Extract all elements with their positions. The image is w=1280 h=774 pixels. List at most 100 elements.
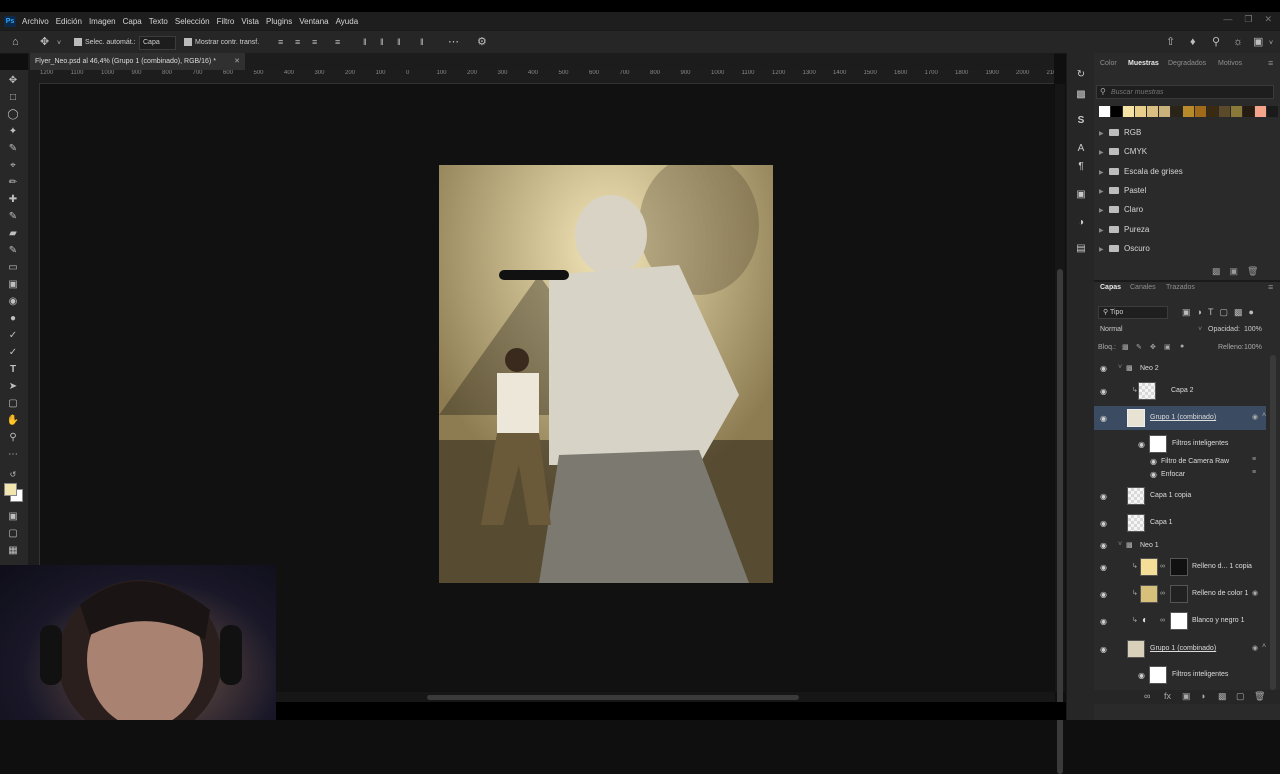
tab-canales[interactable]: Canales <box>1130 284 1156 291</box>
align-center-icon[interactable]: ≡ <box>295 36 300 48</box>
color-swatch[interactable] <box>1171 106 1182 117</box>
autoselect-checkbox[interactable]: Selec. automát.: <box>74 38 136 46</box>
color-swatch[interactable] <box>1123 106 1134 117</box>
minimize-icon[interactable]: — <box>1223 14 1232 25</box>
color-swatch[interactable] <box>1111 106 1122 117</box>
layer-group-neo-1[interactable]: ◉ ˅ ▩ Neo 1 <box>1094 539 1270 553</box>
filter-options-icon[interactable]: ≡ <box>1252 469 1256 476</box>
color-swatch[interactable] <box>1243 106 1254 117</box>
foreground-color-swatch[interactable] <box>4 483 17 496</box>
swatch-folder-escala-de-grises[interactable]: ▶ Escala de grises <box>1099 163 1269 181</box>
paragraph-icon[interactable]: ¶ <box>1075 161 1087 173</box>
crop-tool-icon[interactable]: ⌖ <box>6 159 20 173</box>
color-swatch[interactable] <box>1267 106 1278 117</box>
clone-stamp-tool-icon[interactable]: ▰ <box>6 227 20 241</box>
share-icon[interactable]: ⇧ <box>1166 36 1175 48</box>
frame-tool-icon[interactable]: ▦ <box>6 544 20 558</box>
eye-icon[interactable]: ◉ <box>1100 519 1107 528</box>
layers-scrollbar[interactable] <box>1270 355 1276 690</box>
path-selection-tool-icon[interactable]: ➤ <box>6 380 20 394</box>
chevron-down-icon[interactable]: ˅ <box>1118 541 1122 548</box>
color-swatch[interactable] <box>1159 106 1170 117</box>
layer-capa-1-copia[interactable]: ◉ Capa 1 copia <box>1094 485 1270 507</box>
blend-mode-dropdown[interactable]: Normal <box>1100 326 1123 333</box>
layer-filtros-inteligentes[interactable]: ◉ Filtros inteligentes <box>1094 434 1270 454</box>
menu-archivo[interactable]: Archivo <box>22 17 49 26</box>
lock-pixels-icon[interactable]: ✎ <box>1136 343 1142 351</box>
scroll-thumb[interactable] <box>427 695 799 700</box>
move-tool-icon[interactable]: ✥ <box>40 36 49 48</box>
tab-trazados[interactable]: Trazados <box>1166 284 1195 291</box>
lock-position-icon[interactable]: ✥ <box>1150 343 1156 351</box>
layer-filtros-inteligentes-2[interactable]: ◉ Filtros inteligentes <box>1094 665 1270 685</box>
filter-options-icon[interactable]: ≡ <box>1252 456 1256 463</box>
layer-grupo-1-combinado-selected[interactable]: ◉ Grupo 1 (combinado) ◉ ˄ <box>1094 406 1266 430</box>
home-icon[interactable]: ⌂ <box>12 36 19 48</box>
vertical-scrollbar[interactable] <box>1055 84 1065 774</box>
workspace-chevron-icon[interactable]: ˅ <box>1269 38 1273 50</box>
lasso-tool-icon[interactable]: ◯ <box>6 108 20 122</box>
tab-motivos[interactable]: Motivos <box>1218 60 1242 67</box>
gradient-tool-icon[interactable]: ▣ <box>6 278 20 292</box>
gear-icon[interactable]: ⚙ <box>477 36 487 48</box>
layer-capa-1[interactable]: ◉ Capa 1 <box>1094 512 1270 534</box>
eraser-tool-icon[interactable]: ▭ <box>6 261 20 275</box>
eye-icon[interactable]: ◉ <box>1100 617 1107 626</box>
close-tab-icon[interactable]: ✕ <box>234 53 240 70</box>
magic-wand-tool-icon[interactable]: ✦ <box>6 125 20 139</box>
eye-icon[interactable]: ◉ <box>1138 671 1145 680</box>
rectangle-tool-icon[interactable]: ▢ <box>6 397 20 411</box>
swatch-folder-cmyk[interactable]: ▶ CMYK <box>1099 143 1269 161</box>
comments-icon[interactable]: ▩ <box>1075 89 1087 101</box>
move-tool-icon[interactable]: ✥ <box>6 74 20 88</box>
link-layers-icon[interactable]: ∞ <box>1144 691 1150 701</box>
swatch-folder-claro[interactable]: ▶ Claro <box>1099 201 1269 219</box>
dodge-tool-icon[interactable]: ● <box>6 312 20 326</box>
tab-color[interactable]: Color <box>1100 60 1117 67</box>
menu-vista[interactable]: Vista <box>241 17 259 26</box>
healing-brush-tool-icon[interactable]: ✚ <box>6 193 20 207</box>
fill-value[interactable]: 100% <box>1244 344 1262 351</box>
color-swatch[interactable] <box>1099 106 1110 117</box>
layer-group-neo-2[interactable]: ◉ ˅ ▩ Neo 2 <box>1094 362 1270 376</box>
new-group-icon[interactable]: ▩ <box>1218 691 1227 702</box>
menu-plugins[interactable]: Plugins <box>266 17 292 26</box>
menu-texto[interactable]: Texto <box>149 17 168 26</box>
bell-icon[interactable]: ♦ <box>1190 36 1196 48</box>
discover-icon[interactable]: ☼ <box>1233 36 1243 48</box>
eye-icon[interactable]: ◉ <box>1138 440 1145 449</box>
type-filter-icon[interactable]: T <box>1208 307 1214 318</box>
smart-object-filter-icon[interactable]: ▩ <box>1234 307 1243 318</box>
filter-toggle-icon[interactable]: ● <box>1248 307 1253 318</box>
pen-tool-icon[interactable]: ✓ <box>6 329 20 343</box>
color-swatch[interactable] <box>1135 106 1146 117</box>
eye-icon[interactable]: ◉ <box>1100 563 1107 572</box>
layer-relleno-de-color-1[interactable]: ◉ ↳ ∞ Relleno de color 1 ◉ <box>1094 583 1270 605</box>
swatch-folder-pastel[interactable]: ▶ Pastel <box>1099 182 1269 200</box>
adjustment-layer-icon[interactable]: ◑ <box>1200 691 1205 701</box>
align-top-icon[interactable]: ‖ <box>363 36 367 48</box>
color-swatch[interactable] <box>1219 106 1230 117</box>
chevron-down-icon[interactable]: ˅ <box>1118 364 1122 371</box>
lock-artboard-icon[interactable]: ▣ <box>1164 343 1171 351</box>
brush-select-tool-icon[interactable]: ✎ <box>6 142 20 156</box>
align-right-icon[interactable]: ≡ <box>312 36 317 48</box>
menu-seleccion[interactable]: Selección <box>175 17 210 26</box>
shape-filter-icon[interactable]: ▢ <box>1219 307 1228 318</box>
more-tools-icon[interactable]: ⋯ <box>6 448 20 462</box>
lock-all-icon[interactable]: ● <box>1180 343 1184 350</box>
fx-icon[interactable]: fx <box>1164 691 1171 701</box>
panel-menu-icon[interactable]: ≡ <box>1268 58 1273 68</box>
eye-icon[interactable]: ◉ <box>1100 492 1107 501</box>
distribute-vertical-icon[interactable]: ‖ <box>420 36 424 48</box>
color-swatch[interactable] <box>1147 106 1158 117</box>
eye-icon[interactable]: ◉ <box>1100 414 1107 423</box>
marquee-tool-icon[interactable]: □ <box>6 91 20 105</box>
more-options-icon[interactable]: ⋯ <box>448 36 459 48</box>
layer-filter-dropdown[interactable]: ⚲ Tipo <box>1098 306 1168 319</box>
trash-icon[interactable]: 🗑 <box>1254 691 1265 702</box>
menu-imagen[interactable]: Imagen <box>89 17 116 26</box>
layer-blanco-y-negro-1[interactable]: ◉ ↳ ◐ ∞ Blanco y negro 1 <box>1094 610 1270 632</box>
close-icon[interactable]: ✕ <box>1264 14 1272 25</box>
workspace-icon[interactable]: ▣ <box>1253 36 1263 48</box>
